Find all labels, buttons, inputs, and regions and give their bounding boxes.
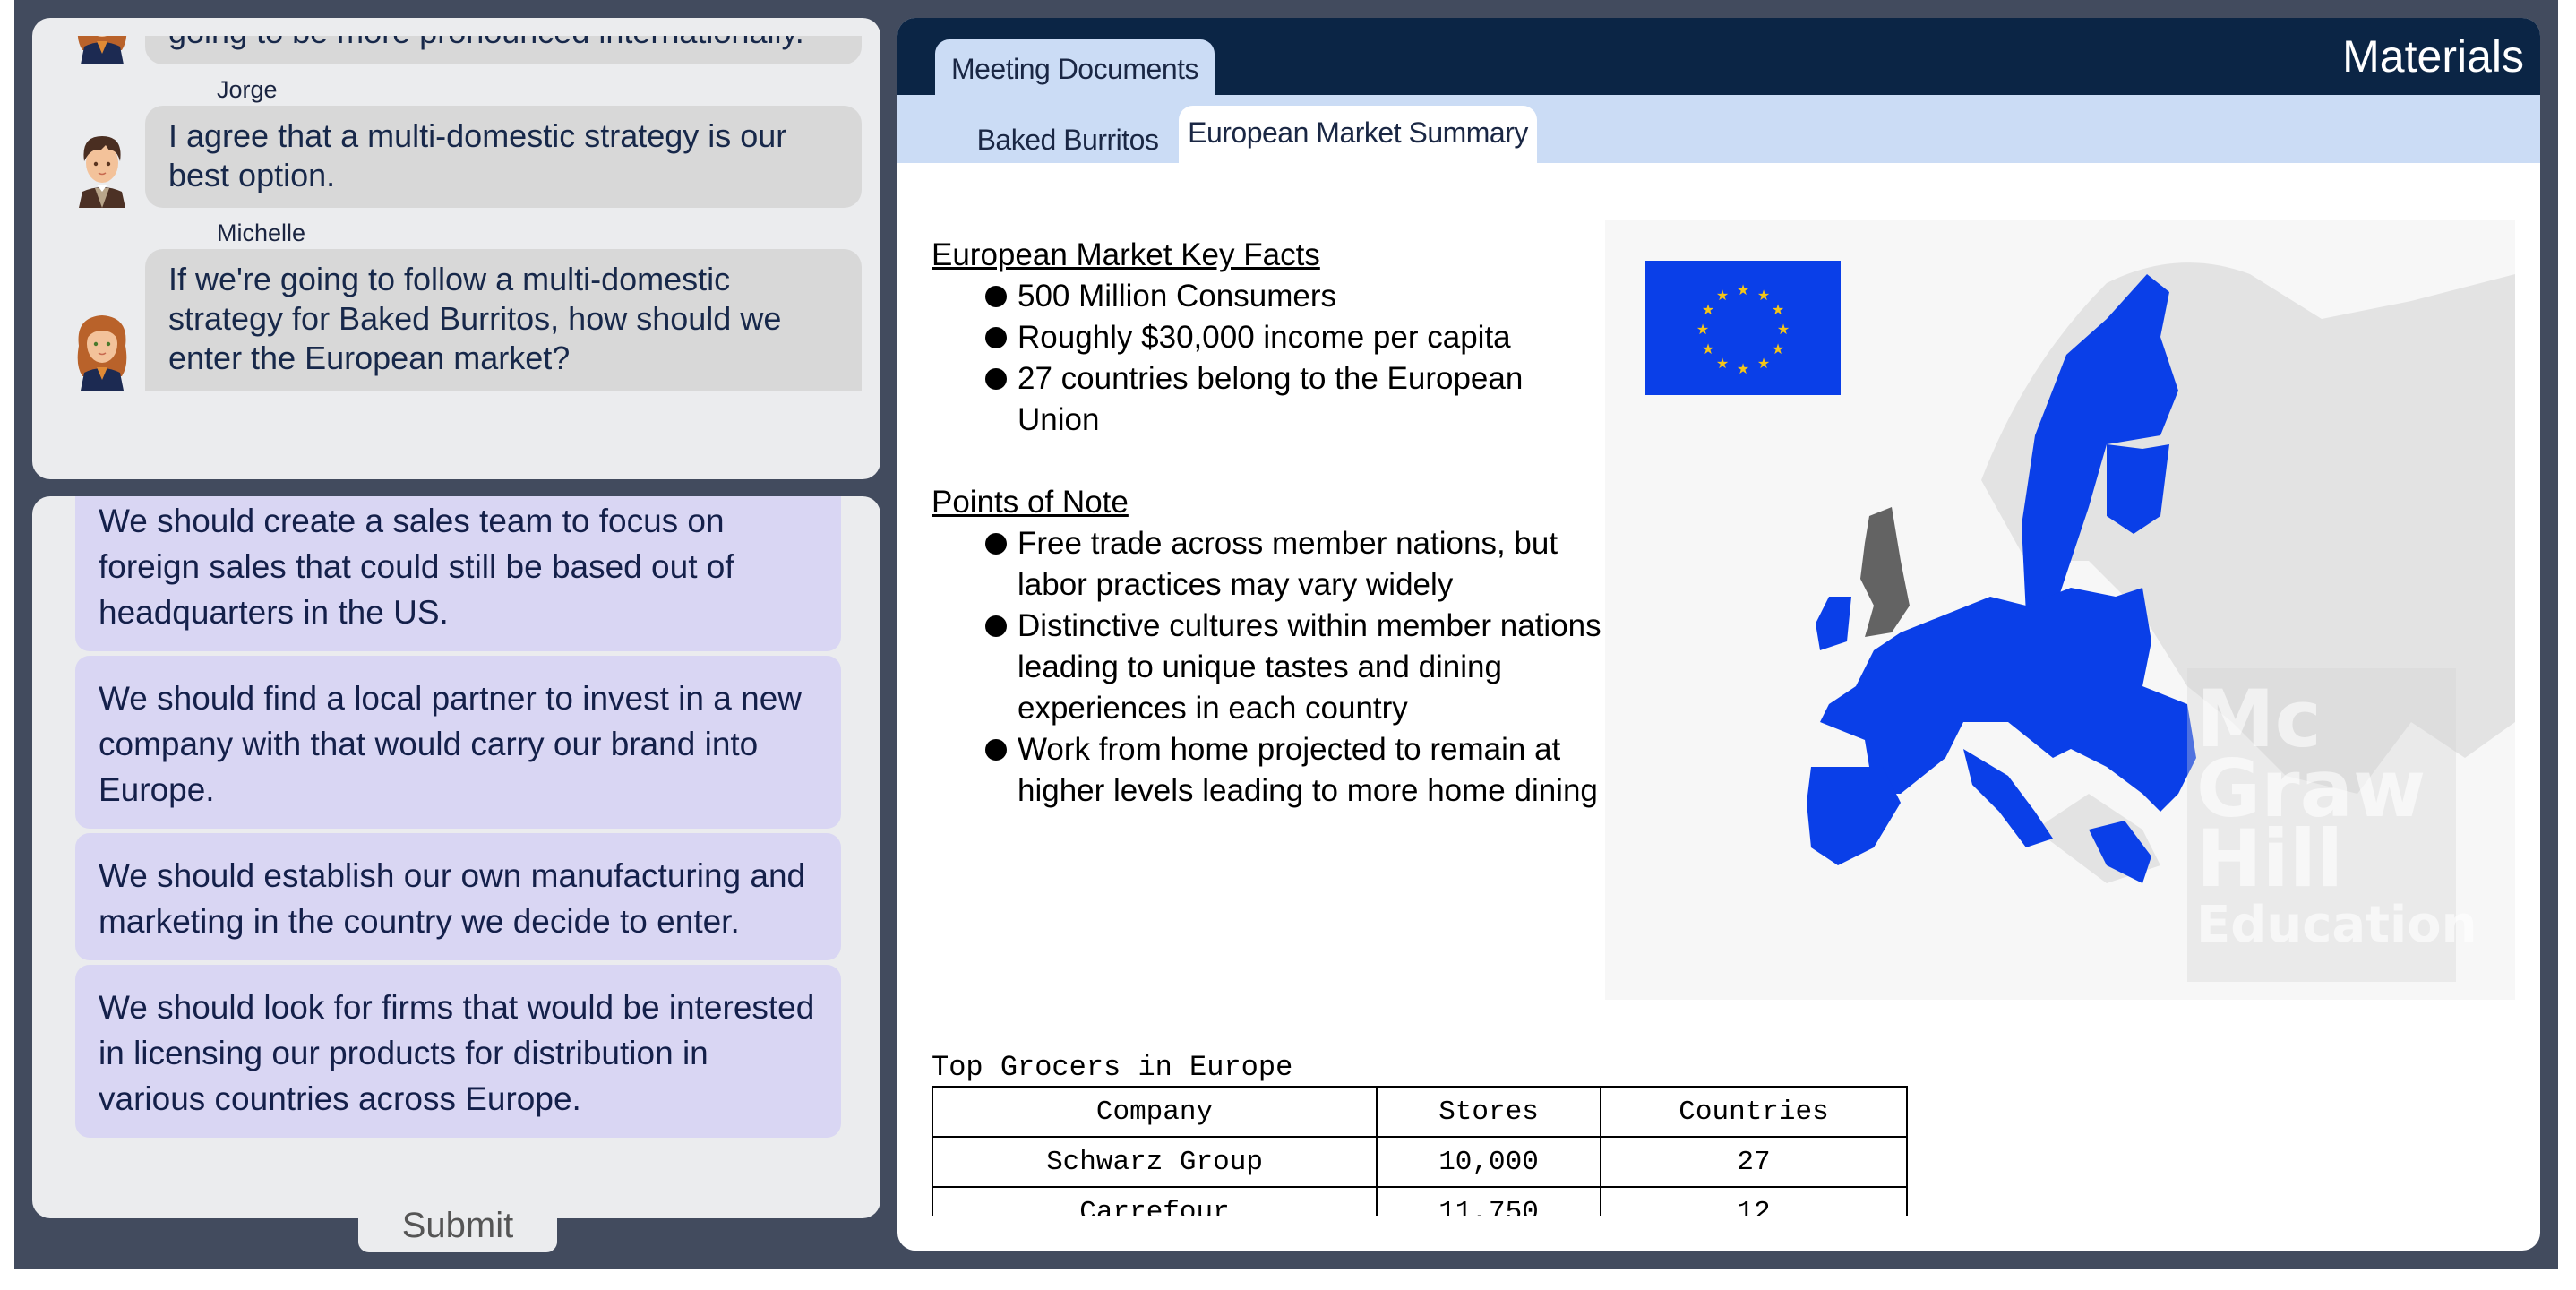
points-of-note-list: Free trade across member nations, but la… [932, 523, 1612, 812]
note-item: Distinctive cultures within member natio… [985, 606, 1612, 729]
chat-panel[interactable]: going to be more pronounced internationa… [32, 18, 880, 479]
eu-flag-icon: ★ ★ ★ ★ ★ ★ ★ ★ ★ ★ ★ ★ [1645, 261, 1841, 395]
chat-message: going to be more pronounced internationa… [32, 36, 880, 64]
key-fact-text: 500 Million Consumers [1018, 279, 1336, 314]
facts-section: European Market Key Facts 500 Million Co… [932, 235, 1612, 812]
svg-text:★: ★ [1737, 362, 1749, 377]
table-cell: Carrefour [932, 1186, 1378, 1216]
bullet-icon [985, 327, 1007, 348]
speaker-name: Michelle [217, 219, 306, 246]
response-option[interactable]: We should create a sales team to focus o… [75, 496, 841, 651]
document-tabs: Baked Burritos European Market Summary [897, 95, 2540, 163]
grocers-table: Company Stores Countries Schwarz Group 1… [932, 1086, 1908, 1216]
materials-panel: Meeting Documents Materials Baked Burrit… [897, 18, 2540, 1251]
key-fact-text: 27 countries belong to the European Unio… [1018, 361, 1524, 437]
woman-avatar-icon [77, 315, 127, 391]
svg-text:★: ★ [1716, 357, 1729, 372]
table-cell: 11,750 [1376, 1186, 1601, 1216]
bullet-icon [985, 286, 1007, 307]
chat-bubble: I agree that a multi-domestic strategy i… [145, 106, 862, 208]
table-cell: 12 [1600, 1186, 1908, 1216]
table-row: Schwarz Group 10,000 27 [932, 1136, 1908, 1188]
note-item: Work from home projected to remain at hi… [985, 729, 1612, 812]
options-scroll-area[interactable]: We should create a sales team to focus o… [32, 496, 880, 1182]
column-header: Countries [1600, 1086, 1908, 1138]
bullet-icon [985, 533, 1007, 555]
column-header: Stores [1376, 1086, 1601, 1138]
note-text: Distinctive cultures within member natio… [1018, 608, 1601, 726]
tab-meeting-documents[interactable]: Meeting Documents [935, 39, 1215, 95]
chat-message: Jorge I agree that a multi-domestic stra… [32, 73, 880, 208]
note-text: Work from home projected to remain at hi… [1018, 732, 1598, 808]
uk [1860, 507, 1910, 637]
note-item: Free trade across member nations, but la… [985, 523, 1612, 606]
tab-european-market-summary[interactable]: European Market Summary [1179, 106, 1537, 163]
grocers-table-scroll[interactable]: Company Stores Countries Schwarz Group 1… [932, 1086, 1908, 1216]
response-option[interactable]: We should establish our own manufacturin… [75, 833, 841, 960]
svg-text:★: ★ [1737, 283, 1749, 298]
note-text: Free trade across member nations, but la… [1018, 526, 1558, 602]
svg-text:★: ★ [1757, 288, 1770, 304]
eu-map-image: ★ ★ ★ ★ ★ ★ ★ ★ ★ ★ ★ ★ Mc Graw Hill Edu… [1605, 220, 2515, 1000]
grocers-caption: Top Grocers in Europe [932, 1051, 1293, 1084]
chat-bubble: going to be more pronounced internationa… [145, 36, 862, 64]
woman-avatar-icon [77, 36, 127, 64]
materials-header: Meeting Documents Materials [897, 18, 2540, 95]
bullet-icon [985, 739, 1007, 761]
svg-text:★: ★ [1702, 303, 1714, 318]
key-facts-heading: European Market Key Facts [932, 237, 1320, 272]
chat-bubble: If we're going to follow a multi-domesti… [145, 249, 862, 391]
table-cell: Schwarz Group [932, 1136, 1378, 1188]
svg-text:★: ★ [1772, 342, 1784, 357]
chat-scroll-area[interactable]: going to be more pronounced internationa… [32, 36, 880, 461]
svg-text:★: ★ [1757, 357, 1770, 372]
key-fact-item: Roughly $30,000 income per capita [985, 317, 1612, 358]
table-cell: 27 [1600, 1136, 1908, 1188]
materials-title: Materials [2342, 31, 2524, 82]
key-fact-item: 500 Million Consumers [985, 276, 1612, 317]
bullet-icon [985, 615, 1007, 637]
man-avatar-icon [79, 136, 125, 208]
column-header: Company [932, 1086, 1378, 1138]
svg-text:★: ★ [1772, 303, 1784, 318]
points-of-note-heading: Points of Note [932, 485, 1129, 520]
response-option[interactable]: We should look for firms that would be i… [75, 965, 841, 1138]
svg-text:★: ★ [1702, 342, 1714, 357]
flag-stars: ★ ★ ★ ★ ★ ★ ★ ★ ★ ★ ★ ★ [1696, 283, 1790, 377]
speaker-name: Jorge [217, 76, 278, 103]
bullet-icon [985, 368, 1007, 390]
svg-text:★: ★ [1696, 322, 1709, 338]
key-facts-list: 500 Million Consumers Roughly $30,000 in… [932, 276, 1612, 441]
svg-text:★: ★ [1777, 322, 1790, 338]
key-fact-item: 27 countries belong to the European Unio… [985, 358, 1612, 441]
response-option[interactable]: We should find a local partner to invest… [75, 656, 841, 829]
key-fact-text: Roughly $30,000 income per capita [1018, 320, 1511, 355]
watermark-line: Education [2196, 896, 2477, 954]
publisher-watermark: Mc Graw Hill Education [2187, 668, 2477, 982]
table-header-row: Company Stores Countries [932, 1086, 1908, 1138]
submit-button[interactable]: Submit [358, 1197, 557, 1252]
document-content[interactable]: European Market Key Facts 500 Million Co… [897, 163, 2540, 1251]
tab-baked-burritos[interactable]: Baked Burritos [951, 113, 1184, 170]
table-cell: 10,000 [1376, 1136, 1601, 1188]
table-row: Carrefour 11,750 12 [932, 1186, 1908, 1216]
response-options-panel[interactable]: We should create a sales team to focus o… [32, 496, 880, 1218]
chat-message: Michelle If we're going to follow a mult… [32, 217, 880, 391]
svg-text:★: ★ [1716, 288, 1729, 304]
grocers-section: Top Grocers in Europe Company Stores Cou… [932, 1050, 1908, 1216]
